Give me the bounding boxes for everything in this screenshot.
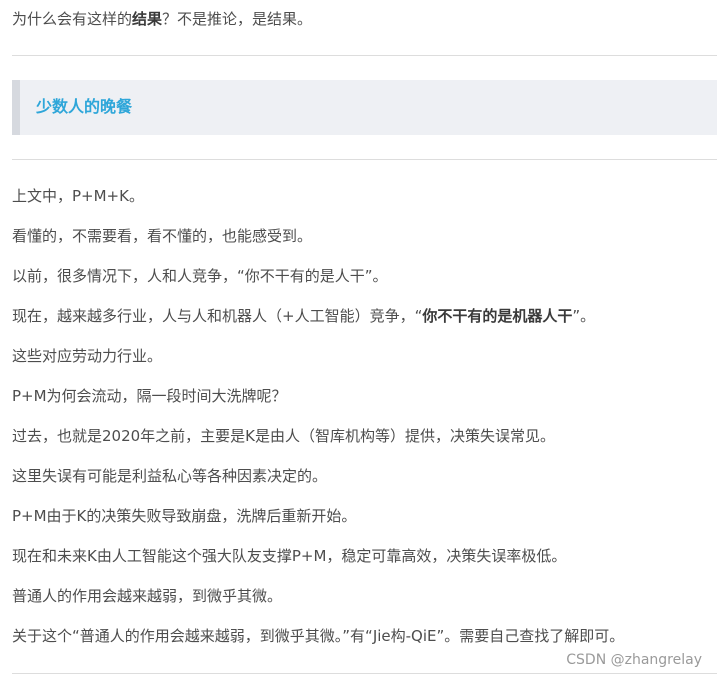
divider <box>12 159 717 160</box>
paragraph: 以前，很多情况下，人和人竞争，“你不干有的是人干”。 <box>12 267 388 285</box>
paragraph: 看懂的，不需要看，看不懂的，也能感受到。 <box>12 227 313 245</box>
paragraph-text: ”。 <box>572 307 596 325</box>
paragraph: P+M由于K的决策失败导致崩盘，洗牌后重新开始。 <box>12 507 357 525</box>
paragraph-bold-text: 你不干有的是机器人干 <box>422 307 573 325</box>
section-heading-block: 少数人的晚餐 <box>12 80 717 135</box>
paragraph: 这里失误有可能是利益私心等各种因素决定的。 <box>12 467 328 485</box>
paragraph: 现在和未来K由人工智能这个强大队友支撑P+M，稳定可靠高效，决策失误率极低。 <box>12 547 567 565</box>
paragraph: P+M为何会流动，隔一段时间大洗牌呢？ <box>12 387 287 405</box>
paragraph: 这些对应劳动力行业。 <box>12 347 163 365</box>
paragraph: 上文中，P+M+K。 <box>12 187 144 205</box>
paragraph: 过去，也就是2020年之前，主要是K是由人（智库机构等）提供，决策失误常见。 <box>12 427 556 445</box>
intro-text-after: ？不是推论，是结果。 <box>162 10 313 28</box>
divider <box>12 673 717 674</box>
intro-paragraph: 为什么会有这样的结果？不是推论，是结果。 <box>12 7 312 31</box>
divider <box>12 55 717 56</box>
paragraph: 关于这个“普通人的作用会越来越弱，到微乎其微。”有“Jie构-QiE”。需要自己… <box>12 627 625 645</box>
section-heading: 少数人的晚餐 <box>36 97 133 116</box>
article-body: 上文中，P+M+K。 看懂的，不需要看，看不懂的，也能感受到。 以前，很多情况下… <box>12 184 624 664</box>
watermark: CSDN @zhangrelay <box>566 652 702 668</box>
paragraph-text: 现在，越来越多行业，人与人和机器人（+人工智能）竞争，“ <box>12 307 423 325</box>
paragraph: 现在，越来越多行业，人与人和机器人（+人工智能）竞争，“你不干有的是机器人干”。 <box>12 304 624 328</box>
intro-text-before: 为什么会有这样的 <box>12 10 133 28</box>
intro-bold-text: 结果 <box>132 10 163 28</box>
paragraph: 普通人的作用会越来越弱，到微乎其微。 <box>12 587 283 605</box>
